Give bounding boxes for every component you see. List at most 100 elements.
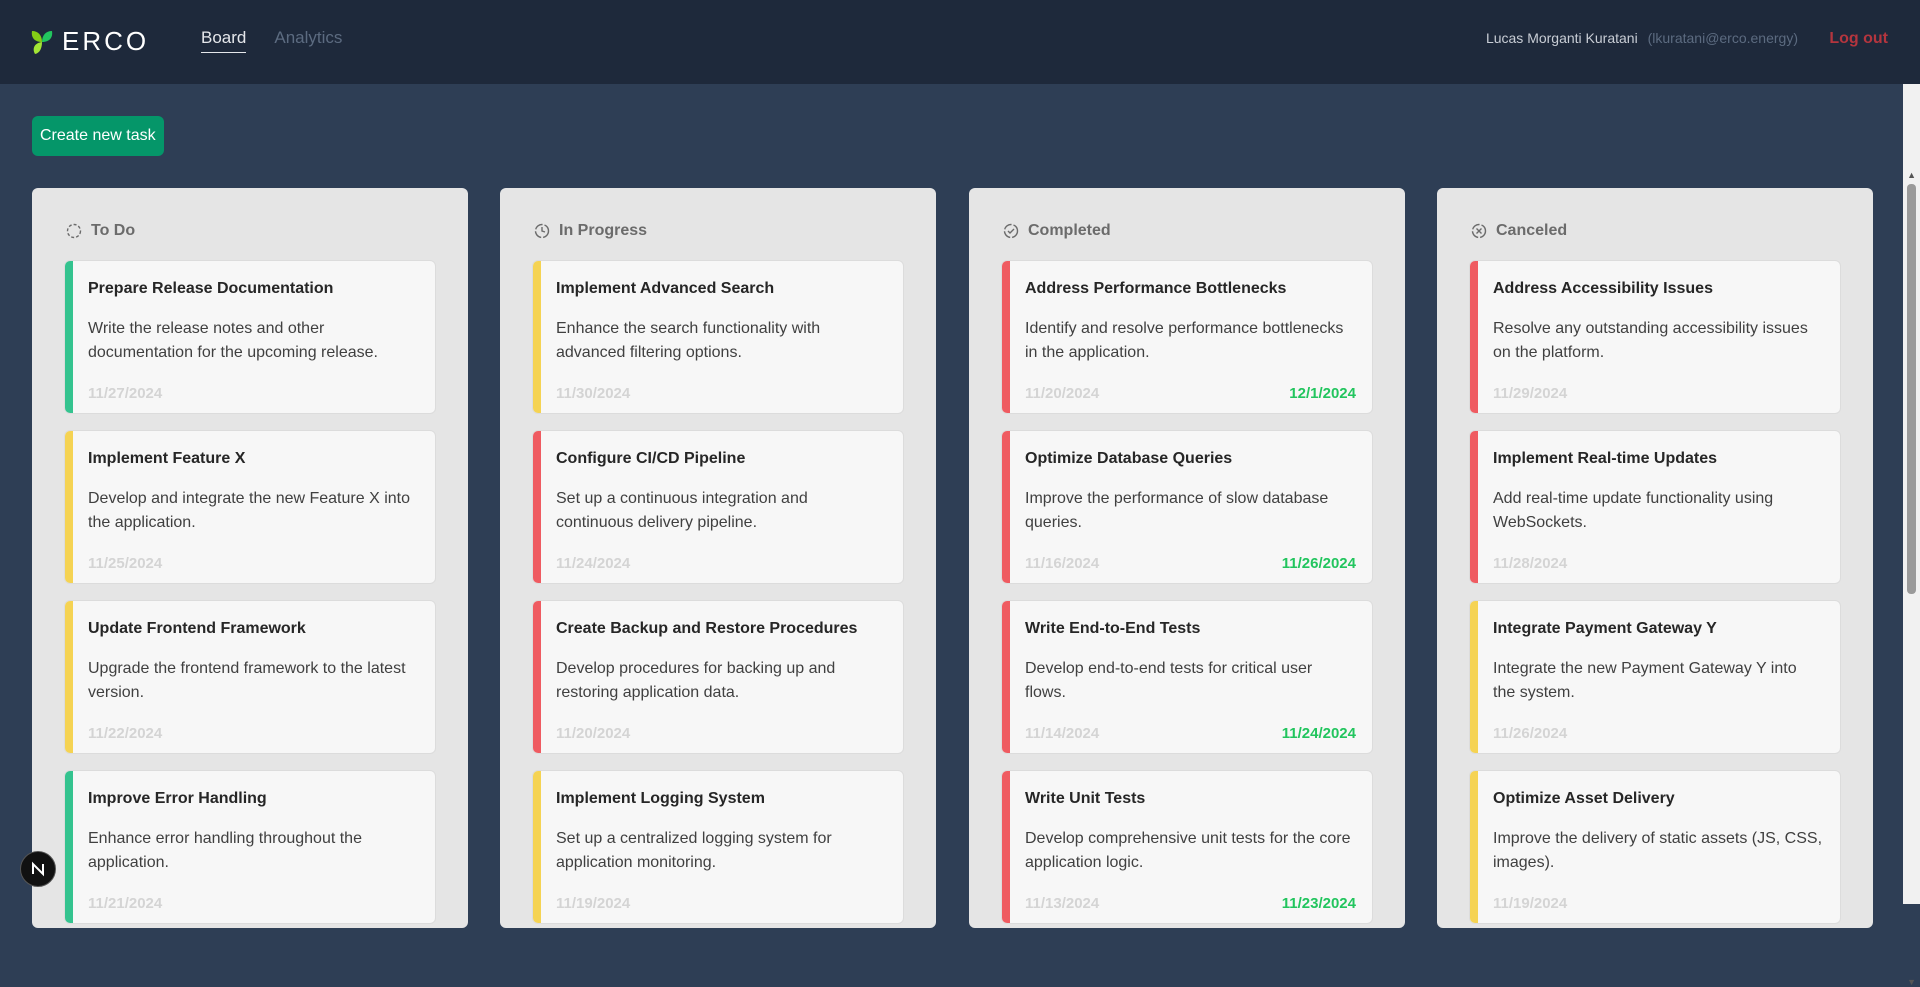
task-date: 11/25/2024 — [88, 555, 163, 572]
task-card[interactable]: Optimize Database Queries Improve the per… — [1001, 430, 1373, 584]
logout-button[interactable]: Log out — [1829, 30, 1888, 48]
check-circle-icon — [1003, 223, 1019, 239]
task-title: Write End-to-End Tests — [1025, 620, 1201, 637]
task-description: Enhance error handling throughout the ap… — [88, 830, 362, 871]
create-task-button[interactable]: Create new task — [32, 116, 164, 156]
task-title: Optimize Database Queries — [1025, 450, 1233, 467]
task-completed-date: 11/24/2024 — [1281, 725, 1356, 742]
task-title: Update Frontend Framework — [88, 620, 306, 637]
task-description: Set up a continuous integration and cont… — [556, 490, 808, 531]
task-description: Write the release notes and other docume… — [88, 320, 378, 361]
task-description: Improve the delivery of static assets (J… — [1493, 830, 1823, 871]
brand-logo[interactable]: ERCO — [30, 26, 149, 57]
column-title: To Do — [91, 222, 136, 239]
column-title: Completed — [1028, 222, 1111, 239]
user-info: Lucas Morganti Kuratani (lkuratani@erco.… — [1486, 30, 1798, 46]
task-date: 11/26/2024 — [1493, 725, 1568, 742]
task-title: Improve Error Handling — [88, 790, 267, 807]
priority-bar — [65, 261, 73, 413]
priority-bar — [533, 771, 541, 923]
column-completed: Completed Address Performance Bottlenecks… — [969, 188, 1405, 928]
task-description: Develop end-to-end tests for critical us… — [1025, 660, 1313, 701]
column-title: In Progress — [559, 222, 648, 239]
task-card[interactable]: Address Performance Bottlenecks Identify … — [1001, 260, 1373, 414]
column-to-do: To Do Prepare Release Documentation Write … — [32, 188, 468, 928]
column-header: Completed — [1003, 222, 1111, 240]
task-description: Add real-time update functionality using… — [1493, 490, 1774, 531]
task-card[interactable]: Configure CI/CD Pipeline Set up a continu… — [532, 430, 904, 584]
task-date: 11/16/2024 — [1025, 555, 1100, 572]
page-scrollbar[interactable]: ▲ ▼ — [1903, 84, 1920, 987]
task-title: Integrate Payment Gateway Y — [1493, 620, 1717, 637]
task-date: 11/14/2024 — [1025, 725, 1100, 742]
column-header: Canceled — [1471, 222, 1567, 240]
priority-bar — [533, 601, 541, 753]
task-card[interactable]: Prepare Release Documentation Write the r… — [64, 260, 436, 414]
priority-bar — [1470, 601, 1478, 753]
task-title: Configure CI/CD Pipeline — [556, 450, 746, 467]
task-date: 11/20/2024 — [556, 725, 631, 742]
task-description: Enhance the search functionality with ad… — [556, 320, 821, 361]
task-title: Implement Logging System — [556, 790, 765, 807]
task-title: Optimize Asset Delivery — [1493, 790, 1675, 807]
user-name: Lucas Morganti Kuratani — [1485, 30, 1638, 46]
task-card[interactable]: Implement Logging System Set up a central… — [532, 770, 904, 924]
task-description: Identify and resolve performance bottlen… — [1025, 320, 1344, 361]
task-card[interactable]: Address Accessibility Issues Resolve any … — [1469, 260, 1841, 414]
column-canceled: Canceled Address Accessibility Issues Reso… — [1437, 188, 1873, 928]
task-completed-date: 12/1/2024 — [1289, 385, 1356, 402]
task-card[interactable]: Implement Feature X Develop and integrate… — [64, 430, 436, 584]
task-date: 11/24/2024 — [556, 555, 631, 572]
dashed-circle-icon — [66, 223, 82, 239]
task-description: Develop and integrate the new Feature X … — [88, 490, 410, 531]
main-nav: Board Analytics — [201, 28, 342, 53]
scrollbar-thumb[interactable] — [1907, 184, 1916, 594]
task-title: Address Performance Bottlenecks — [1025, 280, 1287, 297]
task-card[interactable]: Implement Advanced Search Enhance the sea… — [532, 260, 904, 414]
n-logo-icon — [32, 861, 44, 877]
task-card[interactable]: Implement Real-time Updates Add real-time… — [1469, 430, 1841, 584]
priority-bar — [65, 601, 73, 753]
task-card[interactable]: Integrate Payment Gateway Y Integrate the… — [1469, 600, 1841, 754]
priority-bar — [1002, 601, 1010, 753]
task-description: Set up a centralized logging system for … — [556, 830, 832, 871]
progress-circle-icon — [534, 223, 550, 239]
task-card[interactable]: Write Unit Tests Develop comprehensive un… — [1001, 770, 1373, 924]
task-title: Implement Feature X — [88, 450, 246, 467]
task-date: 11/27/2024 — [88, 385, 163, 402]
column-header: To Do — [66, 222, 135, 240]
column-header: In Progress — [534, 222, 647, 240]
task-card[interactable]: Update Frontend Framework Upgrade the fro… — [64, 600, 436, 754]
nav-analytics[interactable]: Analytics — [274, 28, 342, 53]
task-description: Integrate the new Payment Gateway Y into… — [1493, 660, 1797, 701]
task-title: Write Unit Tests — [1025, 790, 1146, 807]
priority-bar — [1470, 771, 1478, 923]
task-title: Create Backup and Restore Procedures — [556, 620, 858, 637]
priority-bar — [1002, 771, 1010, 923]
task-date: 11/20/2024 — [1025, 385, 1100, 402]
task-description: Improve the performance of slow database… — [1025, 490, 1329, 531]
task-title: Implement Real-time Updates — [1493, 450, 1718, 467]
priority-bar — [533, 431, 541, 583]
task-card[interactable]: Create Backup and Restore Procedures Deve… — [532, 600, 904, 754]
task-card[interactable]: Write End-to-End Tests Develop end-to-end… — [1001, 600, 1373, 754]
task-description: Develop procedures for backing up and re… — [556, 660, 836, 701]
task-title: Address Accessibility Issues — [1493, 280, 1713, 297]
task-card[interactable]: Improve Error Handling Enhance error hand… — [64, 770, 436, 924]
column-in-progress: In Progress Implement Advanced Search Enha… — [500, 188, 936, 928]
dev-tools-badge[interactable] — [20, 851, 56, 887]
task-description: Upgrade the frontend framework to the la… — [88, 660, 406, 701]
task-description: Resolve any outstanding accessibility is… — [1493, 320, 1808, 361]
x-circle-icon — [1471, 223, 1487, 239]
priority-bar — [65, 771, 73, 923]
scroll-down-arrow-icon[interactable]: ▼ — [1907, 977, 1916, 987]
task-date: 11/28/2024 — [1493, 555, 1568, 572]
scroll-up-arrow-icon[interactable]: ▲ — [1907, 170, 1916, 180]
task-date: 11/22/2024 — [88, 725, 163, 742]
nav-board[interactable]: Board — [201, 28, 247, 53]
brand-name: ERCO — [62, 26, 150, 56]
priority-bar — [1470, 261, 1478, 413]
task-card[interactable]: Optimize Asset Delivery Improve the deliv… — [1469, 770, 1841, 924]
leaf-logo-icon — [31, 30, 53, 54]
user-email: (lkuratani@erco.energy) — [1647, 30, 1798, 46]
